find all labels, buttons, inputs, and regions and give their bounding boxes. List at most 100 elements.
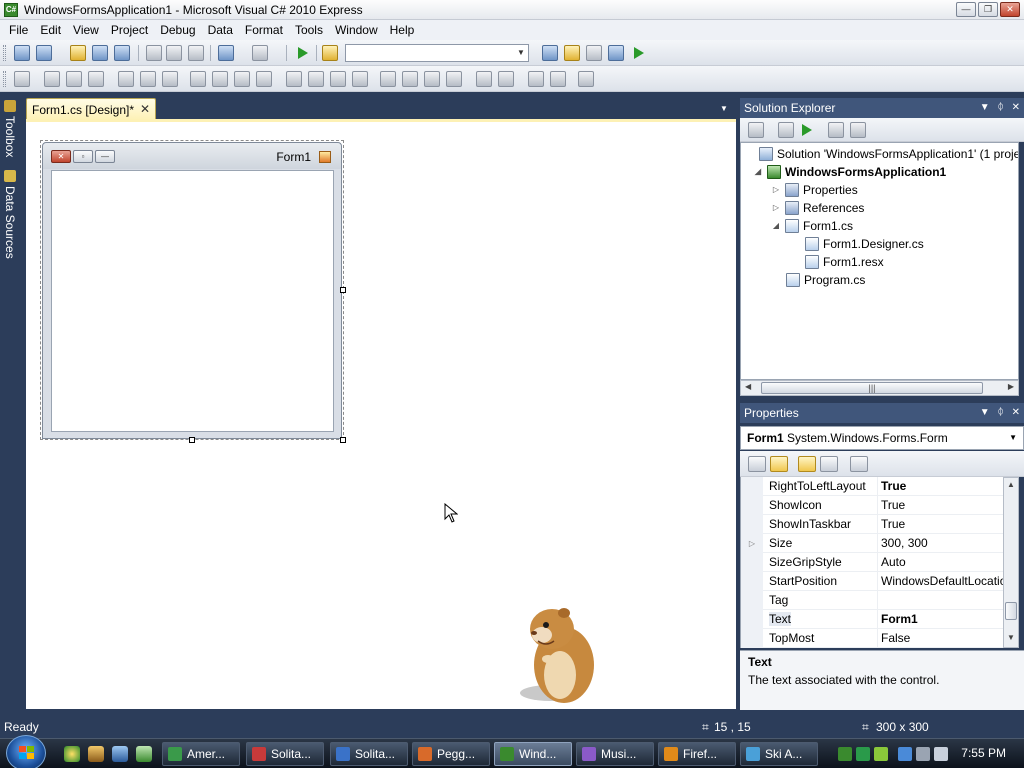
tray-app-icon[interactable] [856, 747, 870, 761]
close-panel-icon[interactable]: ✕ [1012, 403, 1020, 423]
redo-icon[interactable] [252, 45, 268, 61]
system-clock[interactable]: 7:55 PM [961, 746, 1006, 760]
close-button[interactable]: ✕ [1000, 2, 1020, 17]
align-lefts-icon[interactable] [44, 71, 60, 87]
minimize-button[interactable]: — [956, 2, 976, 17]
solution-explorer-header[interactable]: Solution Explorer ▼ ᛰ ✕ [740, 98, 1024, 118]
menu-data[interactable]: Data [202, 20, 239, 40]
resize-handle-bottom-right[interactable] [340, 437, 346, 443]
start-button[interactable] [6, 735, 46, 768]
quicklaunch-app-icon[interactable] [88, 746, 104, 762]
property-value[interactable]: WindowsDefaultLocation [877, 572, 1003, 591]
property-pages-icon[interactable] [850, 456, 868, 472]
network-icon[interactable] [898, 747, 912, 761]
align-middles-icon[interactable] [140, 71, 156, 87]
copy-icon[interactable] [166, 45, 182, 61]
undo-icon[interactable] [218, 45, 234, 61]
center-horizontally-icon[interactable] [476, 71, 492, 87]
taskbar-item-ski[interactable]: Ski A... [740, 742, 818, 766]
tree-item-form1-cs[interactable]: ◢ Form1.cs [771, 217, 853, 235]
taskbar-item-amer[interactable]: Amer... [162, 742, 240, 766]
send-to-back-icon[interactable] [550, 71, 566, 87]
menu-help[interactable]: Help [384, 20, 421, 40]
center-vertically-icon[interactable] [498, 71, 514, 87]
menu-debug[interactable]: Debug [154, 20, 201, 40]
align-to-grid-icon[interactable] [14, 71, 30, 87]
form1-preview[interactable]: ✕ ▫ — Form1 [42, 142, 342, 439]
open-file-icon[interactable] [70, 45, 86, 61]
categorized-icon[interactable] [748, 456, 766, 472]
vertical-spacing-equal-icon[interactable] [380, 71, 396, 87]
resize-handle-right[interactable] [340, 287, 346, 293]
taskbar-item-windowsforms[interactable]: Wind... [494, 742, 572, 766]
volume-icon[interactable] [916, 747, 930, 761]
menu-file[interactable]: File [3, 20, 34, 40]
property-value[interactable]: Auto [877, 553, 1003, 572]
menu-view[interactable]: View [67, 20, 105, 40]
tray-app-icon[interactable] [874, 747, 888, 761]
refresh-icon[interactable] [798, 122, 814, 138]
tree-item-project[interactable]: ◢ WindowsFormsApplication1 [753, 163, 946, 181]
form-designer-surface[interactable]: ✕ ▫ — Form1 [26, 119, 736, 709]
close-tab-icon[interactable]: ✕ [140, 102, 150, 116]
align-bottoms-icon[interactable] [162, 71, 178, 87]
window-position-dropdown-icon[interactable]: ▼ [980, 98, 990, 118]
toolbox-tab[interactable]: Toolbox [2, 100, 18, 157]
tree-expander[interactable]: ◢ [771, 217, 781, 235]
start-debugging-icon[interactable] [294, 45, 310, 61]
tree-item-references[interactable]: ▷ References [771, 199, 864, 217]
find-combo-box[interactable]: ▼ [345, 44, 529, 62]
decrease-horizontal-spacing-icon[interactable] [330, 71, 346, 87]
chrome-icon[interactable] [64, 746, 80, 762]
bring-to-front-icon[interactable] [528, 71, 544, 87]
property-row-size[interactable]: ▷ Size 300, 300 [741, 534, 1003, 553]
object-browser-icon[interactable] [608, 45, 624, 61]
expand-property-icon[interactable]: ▷ [741, 534, 763, 553]
align-rights-icon[interactable] [88, 71, 104, 87]
tab-order-icon[interactable] [578, 71, 594, 87]
scroll-left-icon[interactable]: ◀ [745, 382, 751, 391]
property-row-text[interactable]: Text Form1 [741, 610, 1003, 629]
menu-tools[interactable]: Tools [289, 20, 329, 40]
find-icon[interactable] [542, 45, 558, 61]
menu-project[interactable]: Project [105, 20, 154, 40]
property-value[interactable]: True [877, 515, 1003, 534]
increase-vertical-spacing-icon[interactable] [402, 71, 418, 87]
remove-horizontal-spacing-icon[interactable] [352, 71, 368, 87]
taskbar-item-peggle[interactable]: Pegg... [412, 742, 490, 766]
toolbar-grip[interactable] [3, 71, 6, 87]
scrollbar-thumb[interactable]: ||| [761, 382, 983, 394]
auto-hide-pin-icon[interactable]: ᛰ [998, 98, 1004, 118]
tree-expander[interactable]: ◢ [753, 163, 763, 181]
property-row-topmost[interactable]: TopMost False [741, 629, 1003, 648]
property-value[interactable]: 300, 300 [877, 534, 1003, 553]
size-to-grid-icon[interactable] [212, 71, 228, 87]
menu-edit[interactable]: Edit [34, 20, 67, 40]
properties-header[interactable]: Properties ▼ ᛰ ✕ [740, 403, 1024, 423]
taskbar-item-firefox[interactable]: Firef... [658, 742, 736, 766]
add-item-icon[interactable] [36, 45, 52, 61]
scroll-right-icon[interactable]: ▶ [1008, 382, 1014, 391]
property-value[interactable]: True [877, 477, 1003, 496]
tree-expander[interactable]: ▷ [771, 199, 781, 217]
decrease-vertical-spacing-icon[interactable] [424, 71, 440, 87]
alphabetical-icon[interactable] [770, 456, 788, 472]
visual-csharp-app-icon[interactable]: C# [4, 3, 18, 17]
make-same-width-icon[interactable] [190, 71, 206, 87]
data-sources-tab[interactable]: Data Sources [2, 170, 18, 259]
save-all-icon[interactable] [114, 45, 130, 61]
horizontal-spacing-equal-icon[interactable] [286, 71, 302, 87]
tree-item-form1-resx[interactable]: Form1.resx [805, 253, 884, 271]
tree-item-properties[interactable]: ▷ Properties [771, 181, 858, 199]
properties-window-icon[interactable] [586, 45, 602, 61]
toolbar-grip[interactable] [3, 45, 6, 61]
save-icon[interactable] [92, 45, 108, 61]
solution-explorer-horizontal-scrollbar[interactable]: ◀ ||| ▶ [740, 380, 1019, 396]
property-value[interactable]: False [877, 629, 1003, 648]
paste-icon[interactable] [188, 45, 204, 61]
tree-item-form1-designer-cs[interactable]: Form1.Designer.cs [805, 235, 924, 253]
taskbar-item-solitaire-2[interactable]: Solita... [330, 742, 408, 766]
make-same-height-icon[interactable] [234, 71, 250, 87]
object-selector-combo[interactable]: Form1 System.Windows.Forms.Form ▼ [740, 426, 1024, 450]
close-panel-icon[interactable]: ✕ [1012, 98, 1020, 118]
